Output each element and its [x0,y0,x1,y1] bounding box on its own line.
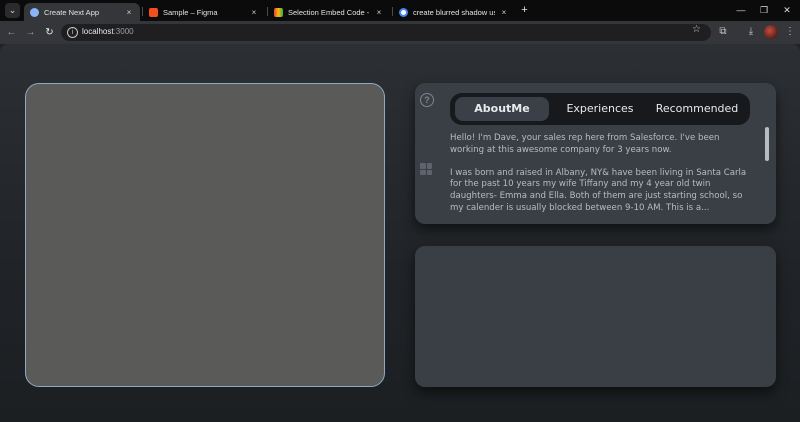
browser-tab-blurred-shadow[interactable]: create blurred shadow using cs × [393,3,515,21]
about-me-text: Hello! I'm Dave, your sales rep here fro… [450,133,755,226]
figma-icon [149,7,158,17]
extensions-icon[interactable]: ⧉ [717,25,729,39]
tab-title: Sample – Figma [163,7,218,17]
new-tab-button[interactable]: + [518,4,531,17]
bio-paragraph: Hello! I'm Dave, your sales rep here fro… [450,133,720,155]
page-content: ? AboutMe Experiences Recommended Hello!… [0,44,800,422]
tab-recommended[interactable]: Recommended [647,97,747,121]
close-tab-icon[interactable]: × [374,8,384,17]
globe-icon [30,7,39,17]
bio-paragraph: I was born and raised in Albany, NY& hav… [450,167,747,213]
site-info-icon[interactable]: i [67,27,78,38]
grid-icon[interactable] [420,163,432,175]
restore-window-button[interactable]: ❐ [754,2,774,18]
back-arrow-icon[interactable]: ← [4,25,19,40]
minimize-window-button[interactable]: — [731,2,751,18]
tab-title: create blurred shadow using cs [413,7,495,17]
reload-icon[interactable]: ↻ [42,25,57,40]
url-port: :3000 [113,27,134,36]
bookmark-star-icon[interactable]: ☆ [692,24,701,35]
profile-avatar[interactable] [764,25,778,39]
url-host: localhost [82,27,114,36]
close-tab-icon[interactable]: × [499,8,509,17]
browser-tab-figma[interactable]: Sample – Figma × [143,3,265,21]
google-icon [274,7,283,17]
close-tab-icon[interactable]: × [124,8,134,17]
grid-cell [426,163,432,169]
secondary-card [415,246,776,387]
tab-title: Create Next App [44,7,100,17]
tab-aboutme[interactable]: AboutMe [455,97,549,121]
close-tab-icon[interactable]: × [249,8,259,17]
grid-cell [420,169,426,175]
browser-toolbar: ← → ↻ i localhost:3000 [0,21,800,44]
browser-tab-create-next-app[interactable]: Create Next App × [24,3,140,21]
download-icon[interactable]: ⤓ [745,25,757,39]
forward-arrow-icon[interactable]: → [23,25,38,40]
scrollbar-thumb[interactable] [765,127,769,161]
help-icon[interactable]: ? [420,93,434,107]
grid-cell [426,169,432,175]
profile-tabs: AboutMe Experiences Recommended [450,93,750,125]
close-window-button[interactable]: ✕ [777,2,797,18]
tab-experiences[interactable]: Experiences [555,97,645,121]
browser-tab-strip: ⌄ Create Next App × Sample – Figma × Sel… [0,0,800,21]
address-bar[interactable]: i localhost:3000 [61,24,711,41]
google-search-icon [399,7,408,17]
browser-tab-selection-embed[interactable]: Selection Embed Code - Google × [268,3,390,21]
address-url: localhost:3000 [82,27,134,36]
tab-title: Selection Embed Code - Google [288,7,370,17]
video-panel [25,83,385,387]
more-menu-icon[interactable]: ⋮ [784,25,796,39]
profile-info-card: ? AboutMe Experiences Recommended Hello!… [415,83,776,224]
tab-search-button[interactable]: ⌄ [5,3,20,18]
grid-cell [420,163,426,169]
